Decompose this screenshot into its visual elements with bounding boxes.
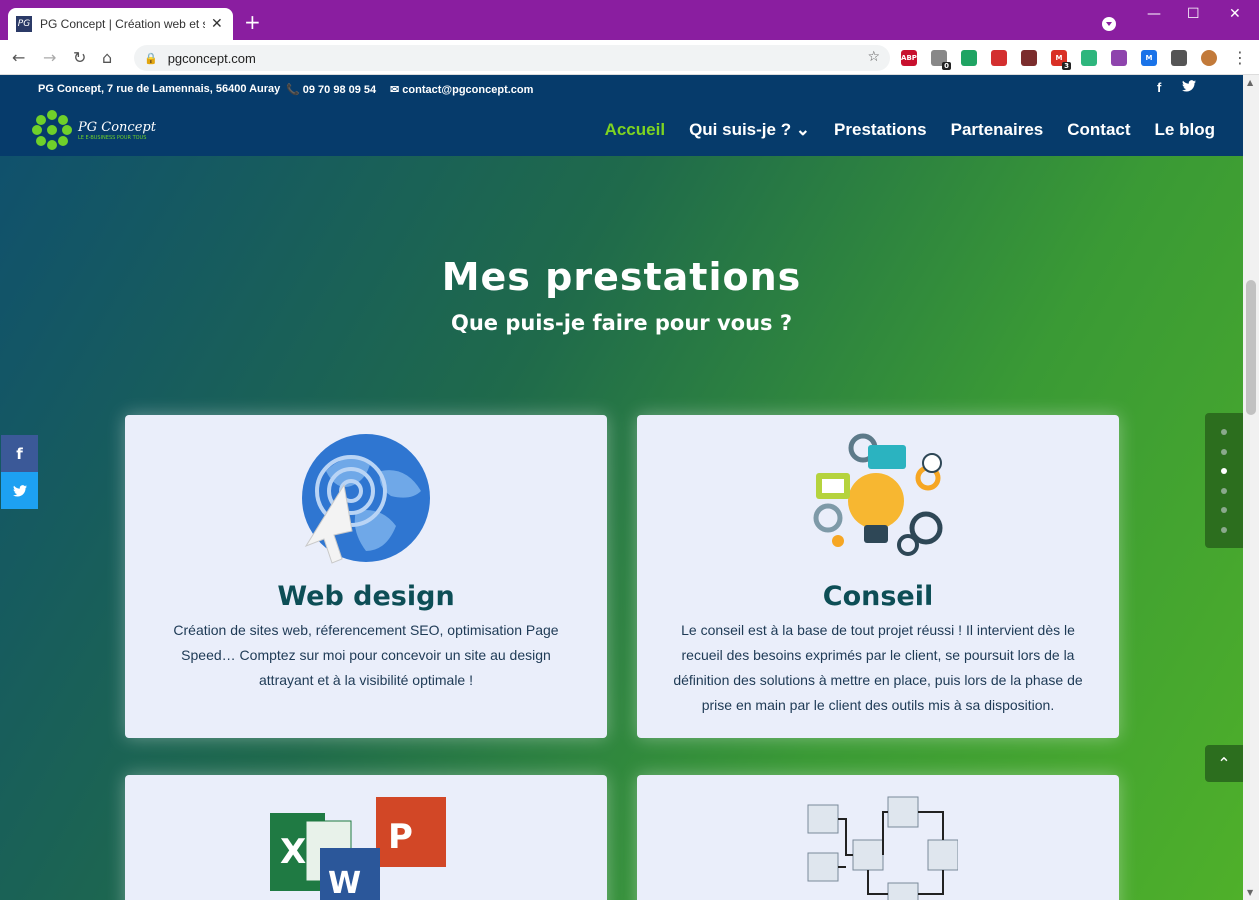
nav-item-4[interactable]: Contact: [1067, 120, 1130, 140]
note-icon[interactable]: [1081, 50, 1097, 66]
tool-icon[interactable]: [1021, 50, 1037, 66]
maximize-button[interactable]: ☐: [1187, 6, 1200, 22]
drive-icon[interactable]: [961, 50, 977, 66]
adblock-icon[interactable]: ABP: [901, 50, 917, 66]
service-card-conseil: Conseil Le conseil est à la base de tout…: [637, 415, 1119, 738]
section-dot-navigation: [1205, 413, 1243, 548]
extension-badge: 3: [1062, 62, 1071, 70]
service-card-webdesign: Web design Création de sites web, réfere…: [125, 415, 607, 738]
scroll-up-icon[interactable]: ▲: [1247, 78, 1253, 87]
globe-cursor-icon: [296, 431, 436, 566]
nav-item-5[interactable]: Le blog: [1155, 120, 1215, 140]
minimize-button[interactable]: —: [1147, 6, 1161, 22]
service-card-process: [637, 775, 1119, 900]
facebook-icon[interactable]: f: [1157, 80, 1161, 95]
main-navigation: Accueil Qui suis-je ? ⌄ Prestations Partena…: [605, 120, 1215, 140]
page-scrollbar[interactable]: ▲ ▼: [1243, 75, 1259, 900]
scroll-down-icon[interactable]: ▼: [1247, 888, 1253, 897]
svg-text:X: X: [280, 832, 306, 872]
section-dot[interactable]: [1221, 449, 1227, 455]
section-title: Mes prestations: [441, 255, 802, 299]
forward-button[interactable]: →: [43, 48, 56, 67]
flowchart-icon: [798, 795, 959, 900]
close-window-button[interactable]: ✕: [1229, 6, 1241, 22]
section-subtitle: Que puis-je faire pour vous ?: [450, 311, 793, 335]
site-topbar: PG Concept, 7 rue de Lamennais, 56400 Au…: [0, 75, 1243, 103]
section-dot[interactable]: [1221, 527, 1227, 533]
nav-item-3[interactable]: Partenaires: [951, 120, 1044, 140]
lock-icon: 🔒: [144, 51, 158, 65]
site-address: PG Concept, 7 rue de Lamennais, 56400 Au…: [38, 83, 281, 95]
office-apps-icon: X P W: [266, 793, 466, 900]
back-to-top-button[interactable]: ⌃: [1205, 745, 1243, 782]
site-logo[interactable]: PG Concept LE E-BUSINESS POUR TOUS: [32, 110, 156, 150]
section-dot[interactable]: [1221, 429, 1227, 435]
page-viewport: PG Concept, 7 rue de Lamennais, 56400 Au…: [0, 75, 1243, 900]
puzzle-icon[interactable]: [1171, 50, 1187, 66]
card-title: Web design: [277, 581, 455, 612]
lightbulb-gears-icon: [808, 433, 948, 563]
favicon-icon: PG: [16, 16, 32, 32]
extension-badge: 0: [942, 62, 951, 70]
nav-item-0[interactable]: Accueil: [605, 120, 665, 140]
m-icon[interactable]: M: [1141, 50, 1157, 66]
url-text: pgconcept.com: [167, 50, 256, 66]
svg-text:P: P: [388, 817, 413, 857]
avatar-icon[interactable]: [1201, 50, 1217, 66]
site-email[interactable]: ✉ contact@pgconcept.com: [390, 83, 533, 96]
card-text: Création de sites web, réferencement SEO…: [173, 622, 559, 688]
nav-item-1[interactable]: Qui suis-je ? ⌄: [689, 120, 810, 140]
pdf-icon[interactable]: [991, 50, 1007, 66]
tracker-icon[interactable]: [1111, 50, 1127, 66]
section-header: Mes prestations Que puis-je faire pour v…: [0, 255, 1243, 335]
twitter-icon[interactable]: [1182, 80, 1196, 95]
section-dot[interactable]: [1221, 507, 1227, 513]
back-button[interactable]: ←: [12, 48, 25, 67]
ghost-icon[interactable]: 0: [931, 50, 951, 70]
share-facebook-button[interactable]: f: [1, 435, 38, 472]
logo-mark-icon: [32, 110, 72, 150]
scrollbar-thumb[interactable]: [1246, 280, 1256, 415]
gmail-icon[interactable]: M3: [1051, 50, 1071, 70]
nav-item-2[interactable]: Prestations: [834, 120, 927, 140]
address-bar[interactable]: 🔒 pgconcept.com ☆: [134, 45, 890, 71]
card-title: Conseil: [822, 581, 934, 612]
svg-text:W: W: [328, 866, 361, 900]
tab-title: PG Concept | Création web et so: [40, 17, 205, 31]
service-card-office: X P W: [125, 775, 607, 900]
logo-name: PG Concept: [78, 119, 156, 135]
browser-toolbar: ← → ↻ ⌂ 🔒 pgconcept.com ☆ ABP 0 M 3 M ⋮: [0, 40, 1259, 75]
logo-tagline: LE E-BUSINESS POUR TOUS: [78, 134, 147, 141]
bookmark-star-icon[interactable]: ☆: [867, 49, 880, 65]
site-header: PG Concept LE E-BUSINESS POUR TOUS Accue…: [0, 103, 1243, 156]
browser-tab[interactable]: PG PG Concept | Création web et so ✕: [8, 8, 233, 40]
browser-tabbar: PG PG Concept | Création web et so ✕ + —…: [0, 0, 1259, 40]
section-dot-active[interactable]: [1221, 468, 1227, 474]
close-tab-icon[interactable]: ✕: [211, 16, 223, 32]
browser-menu-button[interactable]: ⋮: [1232, 48, 1248, 67]
share-twitter-button[interactable]: [1, 472, 38, 509]
section-dot[interactable]: [1221, 488, 1227, 494]
reload-button[interactable]: ↻: [73, 48, 86, 67]
home-button[interactable]: ⌂: [102, 48, 112, 67]
profile-dropdown-icon[interactable]: [1102, 17, 1116, 31]
card-text: Le conseil est à la base de tout projet …: [673, 622, 1083, 713]
site-phone[interactable]: 📞 09 70 98 09 54: [286, 83, 376, 96]
new-tab-button[interactable]: +: [244, 12, 261, 32]
